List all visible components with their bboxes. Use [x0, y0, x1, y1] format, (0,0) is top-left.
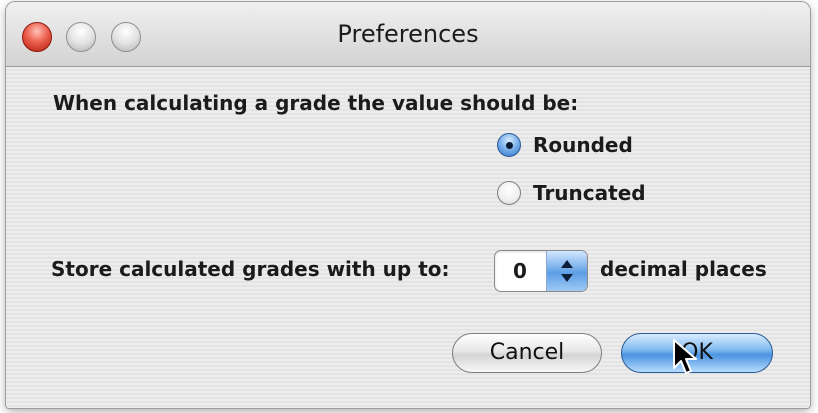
radio-truncated-label: Truncated [533, 181, 646, 205]
decimal-places-value[interactable]: 0 [495, 251, 545, 291]
stepper-up-icon[interactable] [561, 260, 573, 268]
preferences-window: Preferences When calculating a grade the… [6, 2, 810, 408]
radio-truncated-icon[interactable] [497, 181, 521, 205]
title-bar[interactable]: Preferences [6, 2, 810, 67]
radio-truncated[interactable]: Truncated [497, 178, 646, 208]
radio-rounded-label: Rounded [533, 133, 633, 157]
rounding-prompt: When calculating a grade the value shoul… [53, 91, 579, 115]
mouse-pointer-icon [673, 339, 697, 374]
dialog-content: When calculating a grade the value shoul… [6, 67, 810, 408]
radio-rounded-icon[interactable] [497, 133, 521, 157]
decimal-suffix-label: decimal places [600, 257, 767, 281]
decimal-prefix-label: Store calculated grades with up to: [51, 257, 450, 281]
window-title: Preferences [337, 20, 479, 48]
cancel-button[interactable]: Cancel [452, 333, 602, 373]
stepper-down-icon[interactable] [561, 274, 573, 282]
radio-rounded[interactable]: Rounded [497, 130, 633, 160]
decimal-places-stepper[interactable]: 0 [494, 250, 588, 292]
stepper-arrows[interactable] [546, 251, 587, 291]
